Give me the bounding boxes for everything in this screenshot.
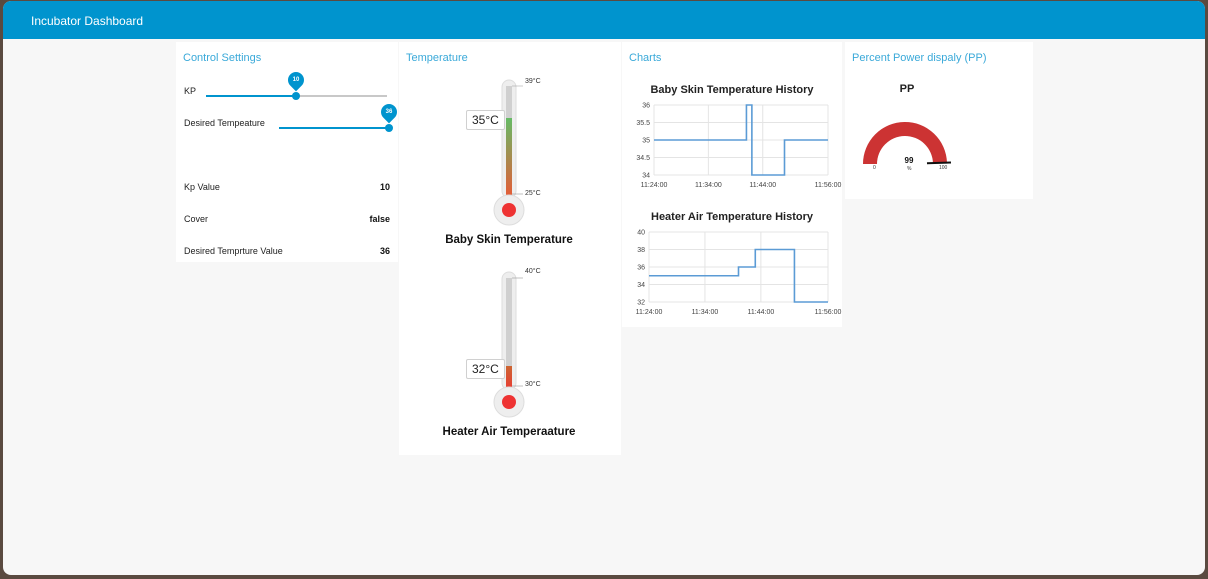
heater-temperature-value: 32°C: [466, 359, 505, 379]
x-tick-label: 11:24:00: [641, 182, 668, 189]
y-tick-label: 35: [642, 138, 650, 145]
baby-skin-thermometer: [493, 79, 525, 226]
y-tick-label: 40: [637, 230, 645, 237]
kp-value: 10: [379, 182, 390, 192]
desired-temperature-value-label: Desired Temprture Value: [184, 246, 283, 256]
control-settings-card: Control Settings KP 10 Desired Tempeatur…: [176, 42, 401, 262]
series-line: [654, 104, 828, 176]
y-tick-label: 32: [637, 300, 645, 307]
heater-chart-title: Heater Air Temperature History: [651, 211, 813, 223]
baby-thermometer-min: 25°C: [525, 190, 541, 197]
series-line: [649, 248, 828, 303]
x-tick-label: 11:24:00: [636, 309, 663, 316]
kp-slider-thumb[interactable]: [292, 92, 300, 100]
power-card: Percent Power dispaly (PP) PP 99 % 0 100: [845, 42, 1033, 199]
baby-skin-temperature-chart: 36 35.5 35 34.5 34 11:24:00 11:34:00 11:44:00 11…: [636, 103, 842, 190]
y-tick-label: 36: [637, 265, 645, 272]
dashboard-window: Incubator Dashboard Control Settings KP …: [3, 1, 1205, 575]
kp-value-label: Kp Value: [184, 182, 220, 192]
gauge-label: PP: [899, 83, 915, 95]
kp-slider-value-pin: 10: [284, 68, 308, 92]
baby-skin-temperature-label: Baby Skin Temperature: [445, 234, 573, 246]
heater-thermometer-min: 30°C: [525, 381, 541, 388]
heater-air-thermometer: [493, 271, 525, 418]
x-tick-label: 11:56:00: [815, 182, 842, 189]
x-tick-label: 11:34:00: [692, 309, 719, 316]
charts-title: Charts: [629, 52, 662, 64]
desired-slider-thumb[interactable]: [385, 124, 393, 132]
desired-slider-value-pin: 36: [377, 100, 401, 124]
gauge-needle: [926, 161, 952, 165]
y-tick-label: 36: [642, 103, 650, 110]
baby-thermometer-max: 39°C: [525, 78, 541, 85]
cover-value: false: [369, 214, 390, 224]
y-tick-label: 34.5: [636, 155, 650, 162]
desired-temperature-label: Desired Tempeature: [184, 118, 265, 128]
baby-temperature-value: 35°C: [466, 110, 505, 130]
y-tick-label: 34: [642, 173, 650, 180]
gauge-min: 0: [873, 165, 876, 171]
gauge-value: 99: [904, 156, 914, 165]
x-tick-label: 11:44:00: [749, 182, 776, 189]
y-tick-label: 34: [637, 282, 645, 289]
x-tick-label: 11:44:00: [748, 309, 775, 316]
temperature-title: Temperature: [406, 52, 468, 64]
desired-slider-value: 36: [385, 109, 393, 115]
heater-air-temperature-chart: 40 38 36 34 32 11:24:00 11:34:00 11:44:00 11:56:…: [636, 230, 842, 317]
baby-thermometer-fill: [506, 118, 512, 202]
x-tick-label: 11:34:00: [695, 182, 722, 189]
charts-card: Charts Baby Skin Temperature History 36 3…: [622, 42, 842, 327]
cover-label: Cover: [184, 214, 209, 224]
heater-air-temperature-label: Heater Air Temperaature: [442, 426, 576, 438]
heater-thermometer-max: 40°C: [525, 268, 541, 275]
gauge-unit: %: [907, 166, 912, 172]
desired-slider-fill: [279, 127, 387, 129]
gauge-max: 100: [939, 165, 948, 171]
dashboard-title: Incubator Dashboard: [31, 14, 144, 28]
kp-label: KP: [184, 86, 197, 96]
top-bar: Incubator Dashboard: [3, 1, 1205, 39]
y-tick-label: 35.5: [636, 120, 650, 127]
y-tick-label: 38: [637, 247, 645, 254]
x-tick-label: 11:56:00: [815, 309, 842, 316]
power-title: Percent Power dispaly (PP): [852, 52, 987, 64]
kp-slider-value: 10: [292, 77, 300, 83]
temperature-card: Temperature 39°C 25°C 35°C Baby Skin Tem…: [399, 42, 621, 455]
control-settings-title: Control Settings: [183, 52, 262, 64]
baby-chart-title: Baby Skin Temperature History: [650, 84, 814, 96]
kp-slider-fill: [206, 95, 296, 97]
desired-temperature-value: 36: [379, 246, 390, 256]
